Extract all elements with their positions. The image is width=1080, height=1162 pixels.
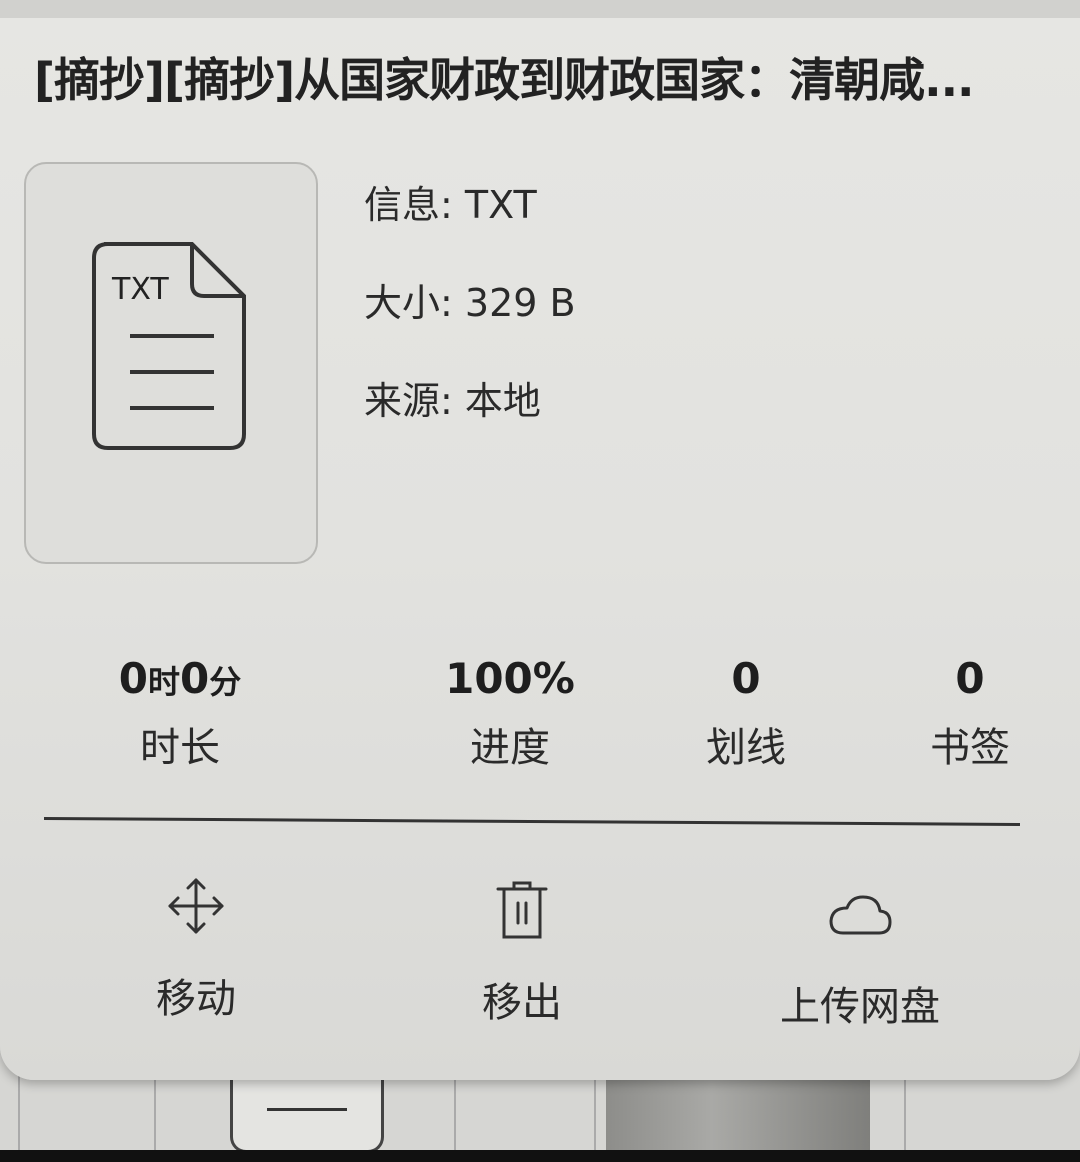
remove-button[interactable]: 移出 — [442, 878, 602, 1028]
cover-type-label: TXT — [112, 272, 169, 307]
book-details-popup: [摘抄][摘抄]从国家财政到财政国家：清朝咸... TXT 信息: TXT 大小… — [0, 0, 1080, 1080]
section-divider — [43, 817, 1021, 826]
stat-duration-label: 时长 — [140, 725, 220, 771]
upload-cloud-button[interactable]: 上传网盘 — [760, 882, 960, 1032]
screen-bezel — [0, 1150, 1080, 1162]
remove-label: 移出 — [482, 980, 562, 1026]
popup-top-edge — [0, 0, 1080, 18]
stat-progress: 100% 进度 — [430, 654, 590, 773]
cloud-icon — [760, 882, 960, 946]
stat-bookmarks: 0 书签 — [900, 654, 1040, 773]
book-title: [摘抄][摘抄]从国家财政到财政国家：清朝咸... — [34, 53, 975, 107]
trash-icon — [442, 878, 602, 942]
info-source-value: 本地 — [464, 379, 541, 423]
move-label: 移动 — [156, 976, 236, 1022]
info-format-row: 信息: TXT — [364, 174, 537, 229]
stat-bookmarks-label: 书签 — [930, 725, 1010, 771]
stat-highlights: 0 划线 — [676, 654, 816, 773]
info-format-key: 信息: — [364, 183, 465, 227]
stat-highlights-label: 划线 — [706, 725, 786, 771]
book-cover[interactable]: TXT — [24, 162, 318, 564]
move-button[interactable]: 移动 — [116, 874, 276, 1024]
info-size-key: 大小: — [364, 281, 465, 325]
info-source-row: 来源: 本地 — [364, 370, 541, 425]
info-size-row: 大小: 329 B — [364, 272, 576, 327]
stat-progress-label: 进度 — [470, 725, 550, 771]
stat-duration: 0时0分 时长 — [100, 654, 260, 773]
stat-progress-value: 100% — [445, 654, 575, 703]
stat-bookmarks-value: 0 — [955, 654, 985, 703]
upload-cloud-label: 上传网盘 — [780, 984, 940, 1030]
info-format-value: TXT — [464, 183, 537, 227]
background-book-cover-image[interactable] — [606, 1070, 870, 1162]
info-size-value: 329 B — [464, 281, 576, 325]
info-source-key: 来源: — [364, 379, 465, 423]
stat-highlights-value: 0 — [731, 654, 761, 703]
stat-duration-value: 0时0分 — [118, 654, 242, 703]
move-arrows-icon — [116, 874, 276, 938]
